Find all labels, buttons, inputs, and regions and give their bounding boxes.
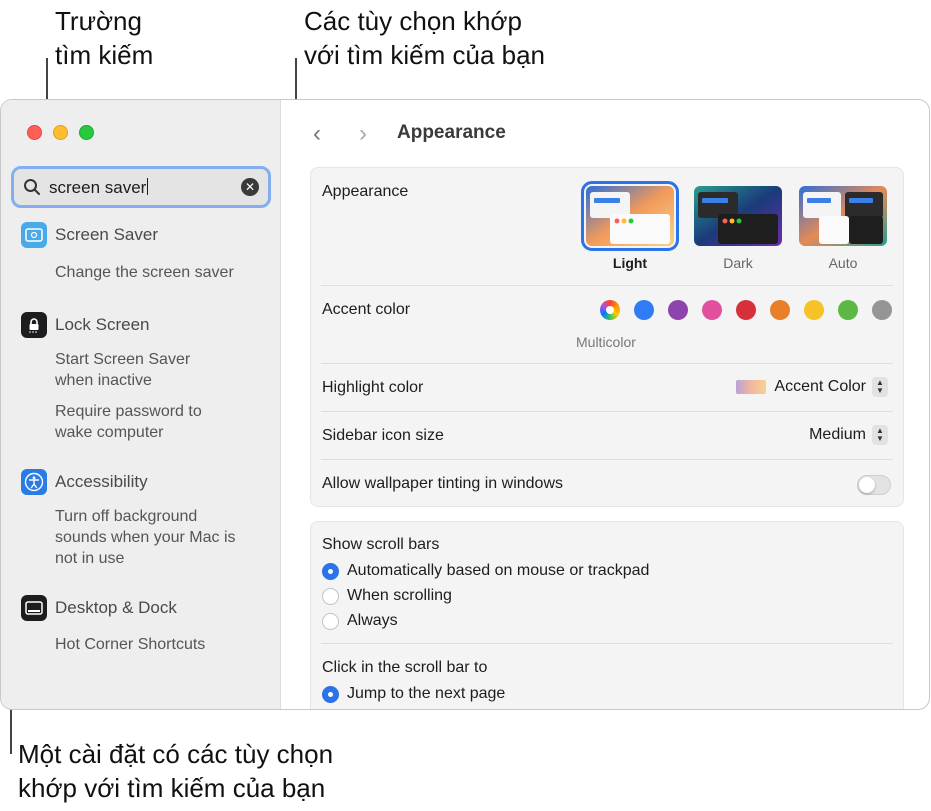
radio-button	[322, 587, 339, 605]
radio-button	[322, 612, 339, 630]
sidebar-item-label: Screen Saver	[55, 225, 158, 244]
minimize-window-button[interactable]	[53, 125, 68, 140]
radio-scroll-always[interactable]: Always	[322, 612, 398, 630]
radio-label: Automatically based on mouse or trackpad	[347, 562, 650, 579]
callout-setting-with-matches: Một cài đặt có các tùy chọn khớp với tìm…	[18, 739, 334, 803]
sidebar-subitem-require-password[interactable]: Require password to wake computer	[55, 401, 202, 443]
sidebar-item-lock-screen[interactable]: Lock Screen	[21, 312, 150, 338]
page-title: Appearance	[397, 122, 506, 143]
appearance-light-label: Light	[612, 255, 648, 271]
dock-icon	[21, 595, 47, 621]
radio-scroll-automatic[interactable]: Automatically based on mouse or trackpad	[322, 562, 649, 580]
sidebar-subitem-hot-corner-shortcuts[interactable]: Hot Corner Shortcuts	[55, 634, 205, 655]
clear-search-icon[interactable]: ✕	[241, 178, 259, 196]
appearance-dark-option[interactable]	[694, 186, 782, 246]
back-button[interactable]: ‹	[313, 120, 321, 148]
scroll-bars-group: Show scroll bars Automatically based on …	[310, 521, 904, 709]
separator	[321, 459, 893, 460]
accent-color-swatch[interactable]	[804, 300, 824, 320]
screen-saver-icon	[21, 222, 47, 248]
settings-window: screen saver ✕ Screen Saver Change the s…	[0, 99, 930, 710]
chevron-updown-icon: ▲ ▼	[872, 377, 888, 397]
sidebar-subitem-start-screen-saver[interactable]: Start Screen Saver when inactive	[55, 349, 190, 391]
accent-color-swatch[interactable]	[702, 300, 722, 320]
sidebar-item-accessibility[interactable]: Accessibility	[21, 469, 148, 495]
wallpaper-tinting-toggle[interactable]	[857, 475, 891, 495]
accent-multicolor-label: Multicolor	[576, 334, 636, 350]
appearance-label: Appearance	[322, 183, 409, 200]
sidebar-item-screen-saver[interactable]: Screen Saver	[21, 222, 158, 248]
forward-button[interactable]: ›	[359, 120, 367, 148]
callout-search-field: Trường tìm kiếm	[55, 6, 154, 70]
sidebar-item-desktop-dock[interactable]: Desktop & Dock	[21, 595, 177, 621]
accent-color-swatch[interactable]	[668, 300, 688, 320]
search-field[interactable]: screen saver ✕	[11, 166, 271, 208]
highlight-color-swatch	[736, 380, 767, 394]
accent-color-swatch[interactable]	[770, 300, 790, 320]
accessibility-icon	[21, 469, 47, 495]
accent-multicolor-swatch[interactable]	[600, 300, 620, 320]
accent-color-swatch[interactable]	[872, 300, 892, 320]
appearance-auto-label: Auto	[828, 255, 858, 271]
appearance-light-option[interactable]	[581, 181, 679, 251]
accent-color-swatch[interactable]	[634, 300, 654, 320]
sidebar: screen saver ✕ Screen Saver Change the s…	[1, 100, 281, 709]
sidebar-item-label: Accessibility	[55, 472, 148, 491]
lock-icon	[21, 312, 47, 338]
separator	[321, 411, 893, 412]
sidebar-item-label: Lock Screen	[55, 315, 150, 334]
separator	[321, 285, 893, 286]
zoom-window-button[interactable]	[79, 125, 94, 140]
highlight-color-label: Highlight color	[322, 379, 424, 396]
appearance-auto-option[interactable]	[799, 186, 887, 246]
appearance-dark-label: Dark	[723, 255, 753, 271]
radio-button	[322, 562, 339, 580]
radio-label: Always	[347, 612, 398, 629]
wallpaper-tinting-label: Allow wallpaper tinting in windows	[322, 475, 564, 492]
radio-label: When scrolling	[347, 587, 452, 604]
accent-color-label: Accent color	[322, 301, 411, 318]
radio-button	[322, 685, 339, 703]
accent-color-swatch[interactable]	[838, 300, 858, 320]
toggle-knob	[859, 477, 875, 493]
sidebar-icon-size-popup[interactable]: Medium ▲ ▼	[809, 425, 888, 445]
chevron-updown-icon: ▲ ▼	[872, 425, 888, 445]
radio-label: Jump to the next page	[347, 685, 506, 702]
sidebar-subitem-change-screen-saver[interactable]: Change the screen saver	[55, 262, 234, 283]
click-scroll-bar-label: Click in the scroll bar to	[322, 659, 488, 676]
radio-jump-next-page[interactable]: Jump to the next page	[322, 685, 505, 703]
callout-matching-options: Các tùy chọn khớp với tìm kiếm của bạn	[304, 6, 546, 70]
search-input[interactable]: screen saver	[49, 178, 149, 198]
sidebar-icon-size-value: Medium	[809, 426, 866, 443]
separator	[321, 363, 893, 364]
separator	[321, 643, 893, 644]
highlight-color-value: Accent Color	[774, 378, 866, 395]
appearance-group: Appearance Light Dark Auto Accent color …	[310, 167, 904, 507]
sidebar-item-label: Desktop & Dock	[55, 598, 177, 617]
highlight-color-popup[interactable]: Accent Color ▲ ▼	[736, 377, 888, 397]
radio-scroll-when-scrolling[interactable]: When scrolling	[322, 587, 452, 605]
show-scroll-bars-label: Show scroll bars	[322, 536, 440, 553]
close-window-button[interactable]	[27, 125, 42, 140]
sidebar-subitem-turn-off-background-sounds[interactable]: Turn off background sounds when your Mac…	[55, 506, 236, 569]
search-icon	[23, 178, 41, 201]
sidebar-icon-size-label: Sidebar icon size	[322, 427, 444, 444]
accent-color-swatch[interactable]	[736, 300, 756, 320]
